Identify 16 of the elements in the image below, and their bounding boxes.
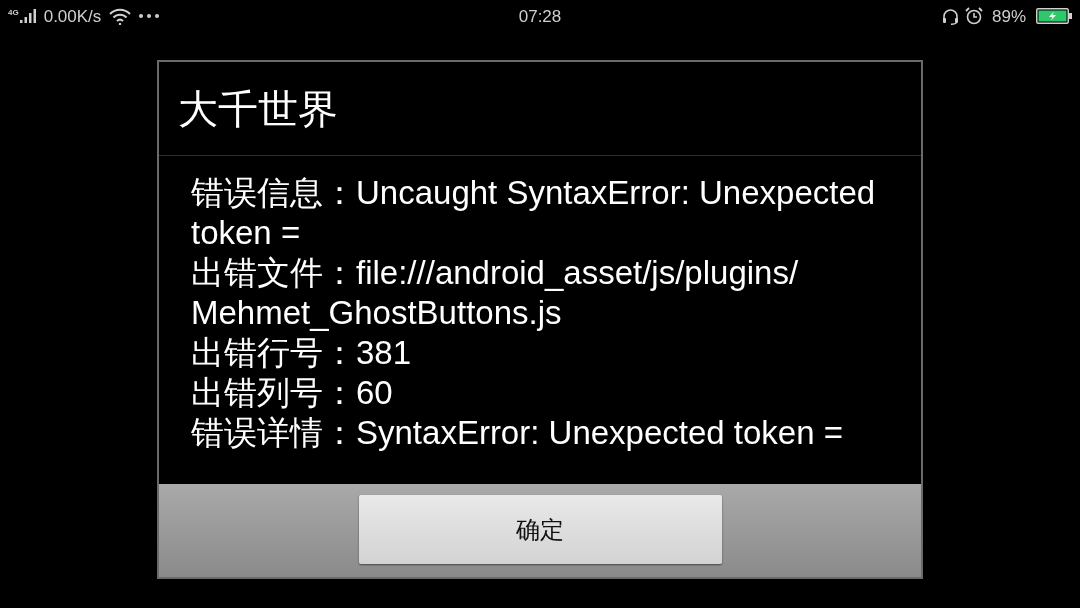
clock-time: 07:28 bbox=[518, 7, 562, 25]
battery-percent: 89% bbox=[991, 7, 1026, 25]
more-icon bbox=[139, 14, 160, 18]
alarm-clock-icon bbox=[964, 7, 983, 25]
error-detail-text: 出错行号：381 bbox=[191, 333, 413, 373]
dialog-title: 大千世界 bbox=[178, 88, 338, 129]
wifi-icon bbox=[109, 7, 132, 25]
signal-icon bbox=[19, 9, 36, 23]
error-detail-text: 错误详情：SyntaxError: Unexpected token = bbox=[191, 413, 844, 453]
error-detail-text: 出错列号：60 bbox=[191, 373, 394, 413]
headset-icon bbox=[941, 7, 959, 25]
battery-charging-icon bbox=[1036, 8, 1072, 24]
network-type-label: 4G bbox=[8, 9, 19, 17]
error-detail-text: 出错文件：file:///android_asset/js/plugins/Mehmet_GhostButtons.js bbox=[191, 253, 800, 333]
confirm-button[interactable]: 确定 bbox=[358, 495, 722, 564]
network-speed-text: 0.00K/s bbox=[43, 7, 102, 25]
